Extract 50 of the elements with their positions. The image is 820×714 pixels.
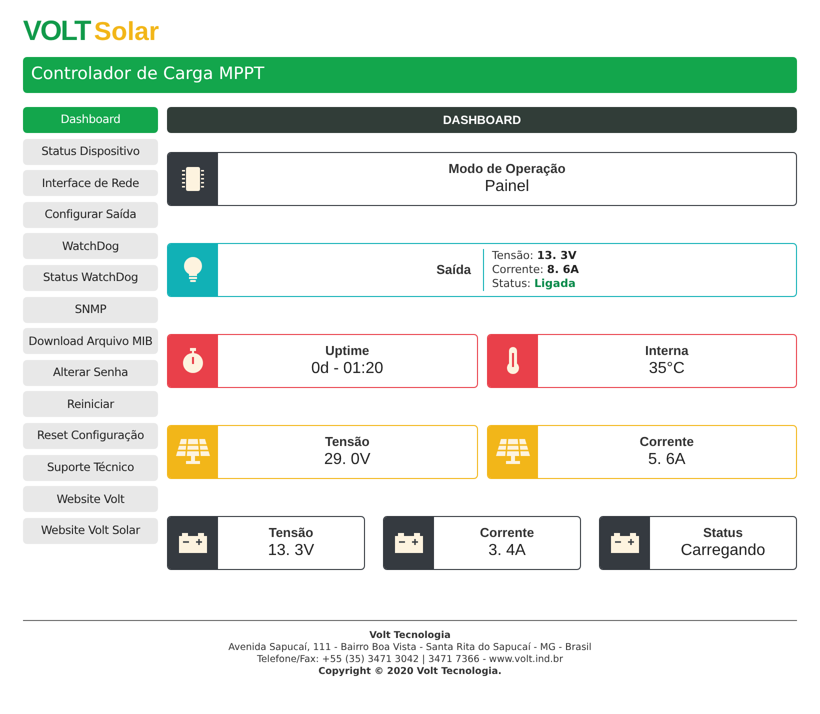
nav-item[interactable]: Status WatchDog (23, 264, 158, 291)
nav-item[interactable]: Interface de Rede (23, 170, 158, 196)
stopwatch-icon (182, 348, 204, 374)
output-reading: Tensão: 13. 3V (492, 249, 578, 263)
nav-item[interactable]: Website Volt Solar (23, 518, 158, 544)
footer-text: Telefone/Fax: +55 (35) 3471 3042 | 3471 7366 - www.volt.ind.br (257, 654, 563, 666)
footer-text: Avenida Sapucaí, 111 - Bairro Boa Vista - Santa Rita do Sapucaí - MG - Brasil (228, 642, 592, 654)
page-title: Controlador de Carga MPPT (31, 63, 264, 86)
nav-item[interactable]: Alterar Senha (23, 360, 158, 386)
footer-text: Volt Tecnologia (369, 630, 451, 642)
metric-value: 29. 0V (324, 450, 370, 470)
lightbulb-icon (183, 257, 203, 283)
metric-label: Corrente (640, 434, 694, 450)
nav-item[interactable]: Website Volt (23, 486, 158, 512)
chip-icon (182, 166, 204, 192)
metric-value: 13. 3V (268, 541, 314, 562)
nav-item[interactable]: Suporte Técnico (23, 454, 158, 481)
metric-label: Saída (436, 261, 471, 280)
metric-value: 35°C (648, 359, 685, 380)
logo-wordmark: VOLT (23, 17, 90, 45)
nav-item[interactable]: WatchDog (23, 233, 158, 260)
metric-value: Carregando (680, 541, 766, 562)
nav-item[interactable]: Status Dispositivo (23, 138, 158, 165)
solar-panel-icon (176, 439, 210, 465)
metric-label: Status (703, 524, 743, 542)
nav-item[interactable]: Download Arquivo MIB (23, 328, 158, 354)
metric-label: Tensão (324, 434, 370, 450)
output-reading: Status: Ligada (492, 277, 577, 291)
metric-value: 0d - 01:20 (311, 359, 384, 380)
logo-wordmark: Solar (94, 18, 160, 44)
nav-item[interactable]: Reset Configuração (23, 422, 158, 449)
metric-value: Painel (484, 177, 530, 198)
battery-icon (611, 533, 639, 553)
output-reading: Corrente: 8. 6A (492, 263, 579, 277)
metric-value: 5. 6A (648, 450, 686, 470)
nav-item[interactable]: Reiniciar (23, 391, 158, 418)
metric-label: Uptime (325, 342, 370, 360)
battery-icon (179, 533, 207, 553)
metric-label: Interna (645, 342, 688, 360)
solar-panel-icon (496, 439, 530, 465)
thermometer-icon (506, 347, 520, 375)
metric-label: Modo de Operação (448, 160, 566, 178)
battery-icon (395, 533, 423, 553)
footer-text: Copyright © 2020 Volt Tecnologia. (318, 666, 502, 678)
nav-item[interactable]: Configurar Saída (23, 202, 158, 228)
metric-label: Tensão (268, 524, 314, 542)
nav-item[interactable]: SNMP (23, 296, 158, 323)
metric-value: 3. 4A (488, 541, 526, 562)
section-title: DASHBOARD (443, 112, 521, 129)
metric-label: Corrente (480, 524, 534, 542)
